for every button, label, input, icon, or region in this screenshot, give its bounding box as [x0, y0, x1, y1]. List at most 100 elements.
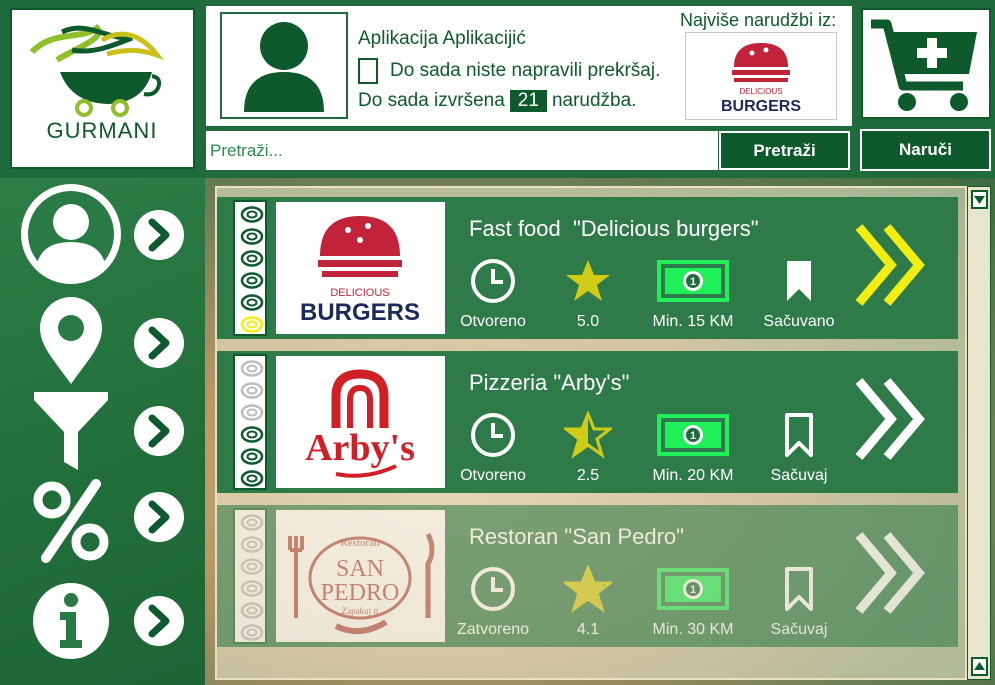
price-info: 1 Min. 30 KM: [643, 565, 743, 639]
arrow-down-icon: [974, 196, 985, 204]
clock-icon: [471, 413, 515, 457]
level-dot: [240, 404, 264, 421]
price-text: Min. 15 KM: [652, 313, 734, 330]
level-dot: [240, 316, 264, 333]
top-restaurant-label: Najviše narudžbi iz:: [680, 10, 837, 30]
sanpedro-logo-icon: Restoran SAN PEDRO Zapakuj ti: [288, 532, 435, 635]
cart-button[interactable]: [861, 8, 991, 119]
app-logo[interactable]: GURMANI: [10, 8, 195, 169]
rating-info: 4.1: [552, 565, 624, 639]
top-logo-line2: BURGERS: [721, 98, 801, 115]
app-root: GURMANI Aplikacija Aplikacijić Do sada n…: [0, 0, 995, 685]
sidebar-item-location[interactable]: [14, 296, 194, 386]
save-info[interactable]: Sačuvano: [757, 257, 841, 331]
top-restaurant-logo[interactable]: DELICIOUS BURGERS: [685, 32, 837, 120]
logo-line1: SAN: [336, 556, 384, 582]
svg-text:1: 1: [690, 584, 696, 596]
save-text: Sačuvaj: [770, 467, 828, 484]
violation-row: Do sada niste napravili prekršaj.: [358, 58, 660, 84]
logo-text: GURMANI: [47, 118, 158, 143]
user-name: Aplikacija Aplikacijić: [358, 28, 526, 49]
level-dot: [240, 470, 264, 487]
violation-checkbox[interactable]: [358, 58, 378, 84]
rating-info: 2.5: [552, 411, 624, 485]
logo-line2: PEDRO: [321, 580, 400, 606]
level-dot: [240, 624, 264, 641]
top-logo-line1: DELICIOUS: [739, 87, 782, 96]
svg-text:1: 1: [690, 276, 696, 288]
logo-text: Arby's: [305, 427, 415, 469]
restaurant-card[interactable]: Restoran SAN PEDRO Zapakuj ti Restoran "…: [217, 505, 958, 647]
star-icon: [566, 260, 610, 301]
level-dot: [240, 558, 264, 575]
cart-add-icon: [871, 19, 977, 111]
bookmark-icon: [787, 261, 811, 301]
search-input[interactable]: [206, 131, 718, 170]
filter-icon: [34, 392, 108, 470]
sidebar-item-filter[interactable]: [14, 386, 194, 476]
level-indicator: [233, 354, 267, 490]
scroll-down-button[interactable]: [971, 657, 988, 676]
price-text: Min. 20 KM: [652, 467, 734, 484]
sidebar-item-profile[interactable]: [14, 182, 194, 284]
info-icon: [33, 583, 109, 659]
chevron-right-icon: [134, 492, 184, 542]
sidebar-item-discounts[interactable]: [14, 476, 194, 566]
level-dot: [240, 272, 264, 289]
arbys-logo-icon: Arby's: [305, 369, 415, 478]
clock-icon: [471, 567, 515, 611]
save-info[interactable]: Sačuvaj: [757, 411, 841, 485]
star-icon: [564, 565, 612, 613]
money-icon: 1: [657, 568, 729, 610]
orders-suffix: narudžba.: [551, 90, 637, 111]
level-dot: [240, 602, 264, 619]
status-info: Otvoreno: [453, 411, 533, 485]
status-text: Zatvoreno: [456, 621, 530, 638]
violation-text: Do sada niste napravili prekršaj.: [390, 60, 661, 81]
sidebar-item-info[interactable]: [14, 576, 194, 666]
rating-text: 4.1: [576, 621, 600, 638]
order-button[interactable]: Naruči: [860, 129, 991, 171]
scrollbar[interactable]: [967, 186, 991, 680]
sidebar: [0, 178, 205, 685]
level-dot: [240, 382, 264, 399]
status-info: Zatvoreno: [453, 565, 533, 639]
scroll-up-button[interactable]: [971, 190, 988, 209]
status-text: Otvoreno: [460, 467, 526, 484]
burger-logo-icon: DELICIOUS BURGERS: [300, 216, 420, 326]
bookmark-icon: [785, 567, 813, 611]
level-dot: [240, 294, 264, 311]
level-dot: [240, 580, 264, 597]
save-text: Sačuvaj: [770, 621, 828, 638]
save-text: Sačuvano: [763, 313, 835, 330]
logo-image: GURMANI: [29, 23, 164, 143]
restaurant-logo: Arby's: [276, 356, 445, 488]
bookmark-icon: [785, 413, 813, 457]
orders-count-badge: 21: [509, 90, 547, 112]
money-icon: 1: [657, 260, 729, 302]
double-chevron-right-icon[interactable]: [853, 221, 929, 309]
avatar[interactable]: [220, 12, 348, 119]
double-chevron-right-icon[interactable]: [853, 375, 929, 463]
level-dot: [240, 448, 264, 465]
clock-icon: [471, 259, 515, 303]
user-avatar-icon: [244, 22, 324, 112]
logo-line2: BURGERS: [300, 299, 420, 326]
rating-info: 5.0: [552, 257, 624, 331]
level-dot: [240, 228, 264, 245]
restaurant-card[interactable]: Arby's Pizzeria "Arby's" Otvoreno 2.5 1 …: [217, 351, 958, 493]
level-indicator: [233, 200, 267, 336]
restaurant-logo: Restoran SAN PEDRO Zapakuj ti: [276, 510, 445, 642]
location-icon: [40, 297, 102, 384]
rating-text: 2.5: [576, 467, 600, 484]
percent-icon: [33, 479, 109, 563]
status-info: Otvoreno: [453, 257, 533, 331]
rating-text: 5.0: [576, 313, 600, 330]
restaurant-card[interactable]: DELICIOUS BURGERS Fast food "Delicious b…: [217, 197, 958, 339]
double-chevron-right-icon[interactable]: [853, 529, 929, 617]
search-button[interactable]: Pretraži: [719, 131, 850, 170]
logo-bottom: Zapakuj ti: [342, 606, 379, 616]
restaurant-title: Fast food "Delicious burgers": [469, 216, 759, 241]
profile-panel: Aplikacija Aplikacijić Do sada niste nap…: [206, 6, 852, 126]
save-info[interactable]: Sačuvaj: [757, 565, 841, 639]
